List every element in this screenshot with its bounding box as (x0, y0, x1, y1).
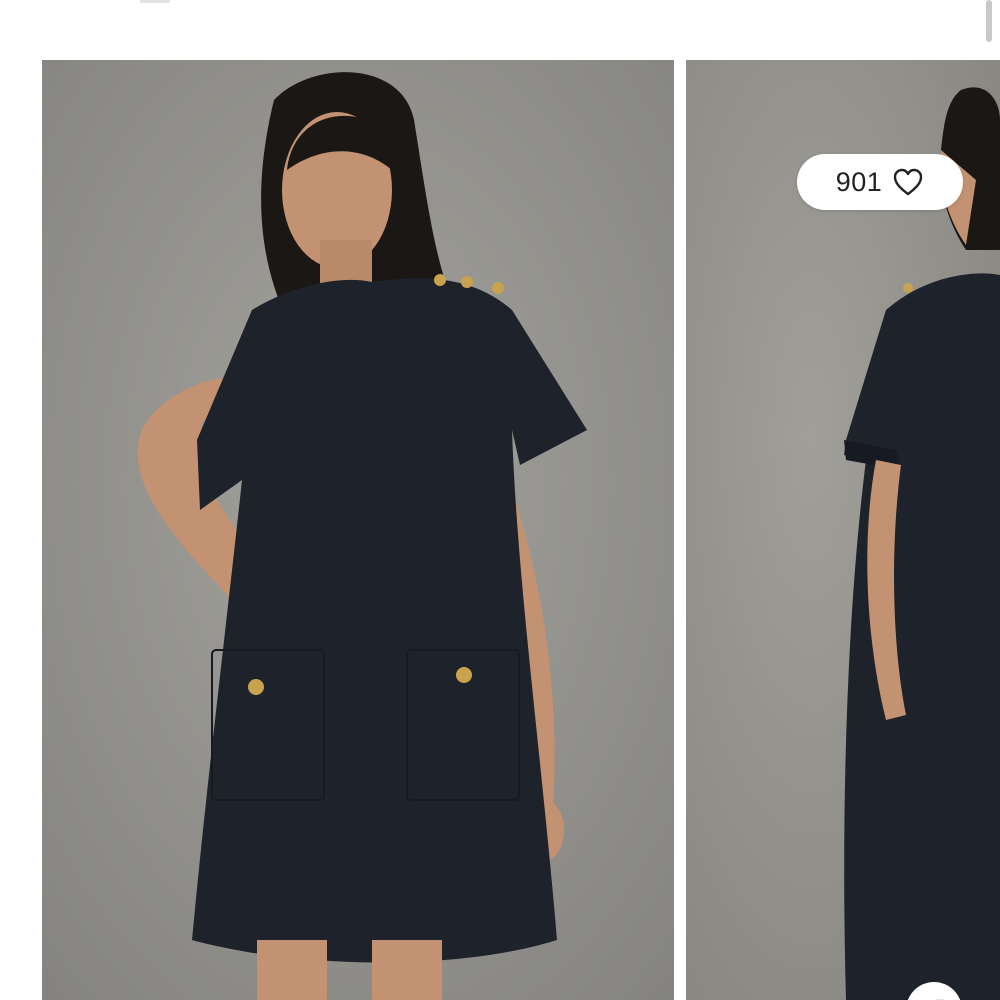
top-divider (140, 0, 170, 3)
likes-button[interactable]: 901 (797, 154, 963, 210)
model-front-photo (42, 60, 674, 1000)
scrollbar-thumb[interactable] (986, 0, 992, 42)
product-photo-front[interactable] (42, 60, 674, 1000)
likes-count: 901 (835, 166, 883, 197)
expand-arrows-icon (935, 999, 944, 1000)
product-image-gallery[interactable]: 901 (0, 60, 1000, 1000)
top-bar (0, 0, 1000, 60)
heart-outline-icon (894, 168, 923, 196)
